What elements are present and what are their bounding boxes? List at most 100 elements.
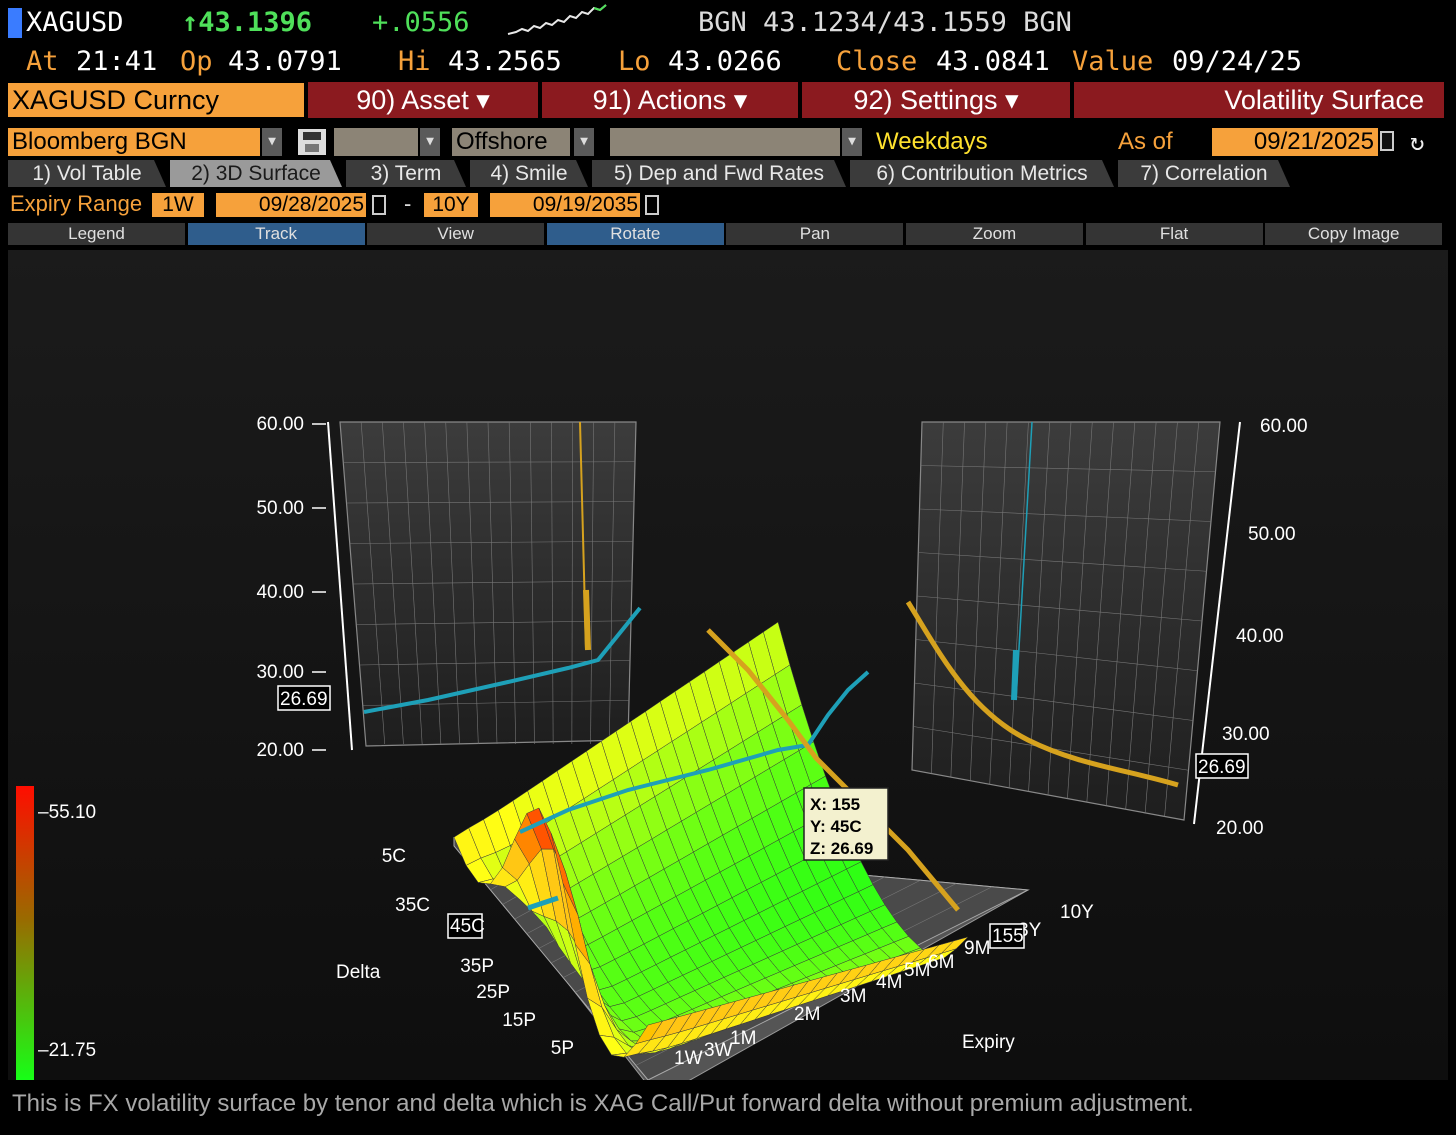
expiry-tick-label: 4M (876, 972, 902, 993)
expiry-tick-label: 6M (928, 952, 954, 973)
expiry-range-label: Expiry Range (10, 191, 143, 216)
settings-menu[interactable]: 92) Settings ▾ (802, 82, 1070, 118)
open-value: 43.0791 (228, 46, 342, 77)
volatility-surface-chart[interactable]: –55.10 –21.75 20.00 30.00 40.00 50.00 60.00 20.… (8, 250, 1448, 1080)
function-title: Volatility Surface (1074, 82, 1444, 118)
track-tooltip-line: Y: 45C (810, 817, 862, 836)
close-label: Close (836, 46, 918, 77)
right-z-tick-label: 30.00 (1222, 724, 1270, 745)
security-field[interactable]: XAGUSD Curncy (8, 83, 304, 117)
color-scale-min: –21.75 (38, 1040, 96, 1061)
to-calendar-icon[interactable] (645, 195, 659, 215)
blank-dropdown-2-chevron-down-icon[interactable]: ▼ (842, 128, 862, 156)
expiry-tick-label: 2M (794, 1004, 820, 1025)
toolbar-zoom-button[interactable]: Zoom (906, 223, 1083, 245)
delta-axis-title: Delta (336, 962, 381, 983)
tab-1[interactable]: 1) Vol Table (8, 160, 166, 187)
market-chevron-down-icon[interactable]: ▼ (574, 128, 594, 156)
blank-dropdown-1-chevron-down-icon[interactable]: ▼ (420, 128, 440, 156)
refresh-icon[interactable]: ↻ (1410, 128, 1424, 156)
right-z-tick-label: 50.00 (1248, 524, 1296, 545)
delta-tick-label: 25P (476, 982, 510, 1003)
low-label: Lo (618, 46, 651, 77)
delta-tick-label: 15P (502, 1010, 536, 1031)
toolbar-rotate-button[interactable]: Rotate (546, 223, 724, 245)
bid-ask: BGN 43.1234/43.1559 BGN (698, 7, 1072, 38)
expiry-axis-title: Expiry (962, 1032, 1015, 1053)
expiry-tick-label: 1M (730, 1028, 756, 1049)
sparkline-chart (507, 4, 607, 35)
surface-plot[interactable]: –55.10 –21.75 20.00 30.00 40.00 50.00 60.00 20.… (8, 250, 1448, 1080)
tab-3[interactable]: 3) Term (346, 160, 466, 187)
toolbar-legend-button[interactable]: Legend (8, 223, 185, 245)
left-z-tick-label: 30.00 (256, 662, 304, 683)
expiry-tick-label: 1W (674, 1048, 703, 1069)
footer-note: This is FX volatility surface by tenor a… (12, 1090, 1194, 1117)
right-wall-pane (911, 421, 1221, 821)
as-of-label: As of (1118, 128, 1173, 155)
left-wall-term-marker (583, 589, 591, 651)
track-tooltip-line: X: 155 (810, 795, 860, 814)
as-of-date-field[interactable]: 09/21/2025 (1212, 128, 1378, 156)
expiry-to-date[interactable]: 09/19/2035 (490, 193, 640, 217)
color-scale-bar (16, 786, 34, 1080)
price-change: +.0556 (372, 7, 470, 38)
expiry-to-tenor[interactable]: 10Y (424, 193, 478, 217)
delta-tick-label: 35C (395, 895, 430, 916)
toolbar-copy-image-button[interactable]: Copy Image (1265, 223, 1443, 245)
right-tracked-z-value: 26.69 (1198, 757, 1246, 778)
expiry-tick-label: 3M (840, 986, 866, 1007)
expiry-from-date[interactable]: 09/28/2025 (216, 193, 366, 217)
blank-dropdown-1[interactable] (334, 128, 418, 156)
toolbar-pan-button[interactable]: Pan (726, 223, 904, 245)
source-dropdown[interactable]: Bloomberg BGN (8, 128, 260, 156)
actions-menu[interactable]: 91) Actions ▾ (542, 82, 798, 118)
left-z-tick-label: 60.00 (256, 414, 304, 435)
tab-6[interactable]: 6) Contribution Metrics (850, 160, 1114, 187)
calendar-icon[interactable] (1380, 131, 1394, 151)
high-label: Hi (398, 46, 431, 77)
ticker: XAGUSD (26, 7, 124, 38)
market-dropdown[interactable]: Offshore (452, 128, 570, 156)
tab-7[interactable]: 7) Correlation (1118, 160, 1290, 187)
left-z-tick-label: 40.00 (256, 582, 304, 603)
expiry-tick-label: 10Y (1060, 902, 1094, 923)
value-date: 09/24/25 (1172, 46, 1303, 77)
ticker-marker (8, 8, 22, 38)
days-mode[interactable]: Weekdays (876, 128, 988, 156)
tab-2[interactable]: 2) 3D Surface (170, 160, 342, 187)
high-value: 43.2565 (448, 46, 562, 77)
track-tooltip-line: Z: 26.69 (810, 839, 873, 858)
save-icon[interactable] (298, 129, 326, 155)
time-label: At (26, 46, 59, 77)
tab-5[interactable]: 5) Dep and Fwd Rates (592, 160, 846, 187)
open-label: Op (180, 46, 213, 77)
value-date-label: Value (1072, 46, 1154, 77)
last-price: ↑43.1396 (182, 7, 313, 38)
from-calendar-icon[interactable] (372, 195, 386, 215)
toolbar-track-button[interactable]: Track (187, 223, 365, 245)
low-value: 43.0266 (668, 46, 782, 77)
expiry-tick-label: 3W (704, 1040, 733, 1061)
color-scale-max: –55.10 (38, 802, 96, 823)
asset-menu[interactable]: 90) Asset ▾ (308, 82, 538, 118)
delta-tick-label: 5P (551, 1038, 574, 1059)
blank-dropdown-2[interactable] (610, 128, 840, 156)
delta-tracked-value: 45C (450, 916, 485, 937)
toolbar-view-button[interactable]: View (367, 223, 545, 245)
expiry-tick-label: 9M (964, 938, 990, 959)
delta-tick-label: 35P (460, 956, 494, 977)
source-chevron-down-icon[interactable]: ▼ (262, 128, 282, 156)
expiry-tick-label: 5M (904, 960, 930, 981)
left-z-tick-label: 50.00 (256, 498, 304, 519)
right-wall-smile-marker (1011, 649, 1019, 701)
left-z-tick-label: 20.00 (256, 740, 304, 761)
expiry-from-tenor[interactable]: 1W (152, 193, 204, 217)
toolbar-flat-button[interactable]: Flat (1085, 223, 1263, 245)
left-wall-pane (339, 421, 637, 747)
expiry-tracked-value: 155 (992, 926, 1024, 947)
tab-4[interactable]: 4) Smile (470, 160, 588, 187)
expiry-range-separator: - (404, 191, 412, 216)
delta-tick-label: 5C (382, 846, 406, 867)
right-z-tick-label: 20.00 (1216, 818, 1264, 839)
